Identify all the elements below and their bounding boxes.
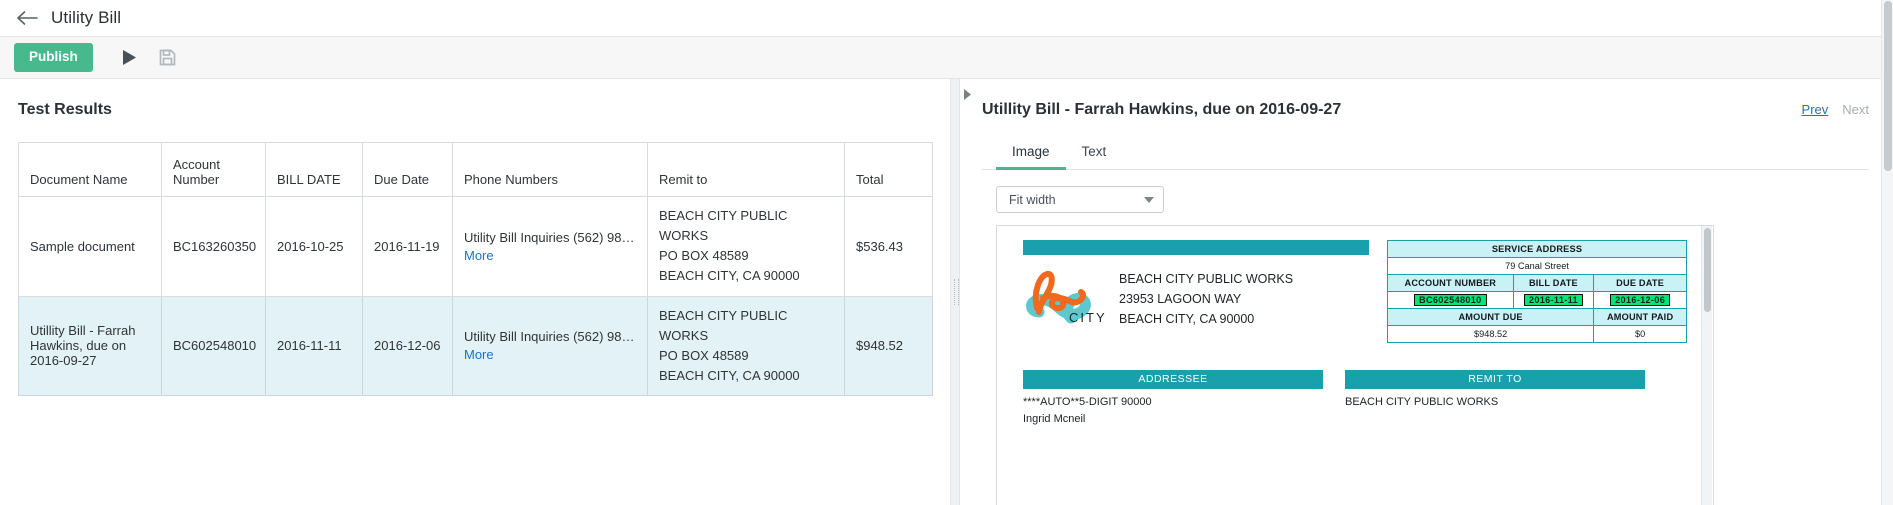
action-toolbar: Publish — [0, 37, 1893, 79]
addressee-band-label: ADDRESSEE — [1023, 370, 1323, 389]
cell-account-number: BC602548010 — [161, 295, 266, 397]
due-date-highlight: 2016-12-06 — [1610, 294, 1671, 306]
preview-tabs: Image Text — [982, 137, 1869, 170]
cell-document-name: Utillity Bill - Farrah Hawkins, due on 2… — [18, 295, 162, 397]
svg-text:CITY: CITY — [1069, 310, 1107, 325]
bill-document-viewport[interactable]: CITY BEACH CITY PUBLIC WORKS 23953 LAGOO… — [996, 225, 1714, 505]
preview-navigation: Prev Next — [1802, 102, 1869, 117]
preview-header: Utillity Bill - Farrah Hawkins, due on 2… — [982, 101, 1869, 119]
remit-to-doc-line-1: BEACH CITY PUBLIC WORKS — [1345, 396, 1499, 408]
remit-line-2: PO BOX 48589 — [659, 248, 749, 264]
phone-more-link[interactable]: More — [464, 248, 494, 263]
zoom-level-select[interactable]: Fit width — [996, 186, 1164, 213]
document-scrollbar-thumb[interactable] — [1704, 228, 1711, 312]
back-arrow-icon[interactable] — [12, 3, 42, 33]
addressee-line-1: ****AUTO**5-DIGIT 90000 — [1023, 396, 1152, 408]
bill-date-highlight: 2016-11-11 — [1523, 294, 1583, 306]
due-date-value-cell: 2016-12-06 — [1593, 291, 1687, 309]
amount-paid-value: $0 — [1593, 325, 1687, 343]
remit-line-2: PO BOX 48589 — [659, 347, 749, 363]
page-scrollbar-thumb[interactable] — [1884, 1, 1892, 171]
account-number-highlight: BC602548010 — [1414, 294, 1487, 306]
column-header-due-date[interactable]: Due Date — [362, 142, 453, 197]
column-header-account-number[interactable]: Account Number — [161, 142, 266, 197]
biller-citystate: BEACH CITY, CA 90000 — [1119, 312, 1255, 327]
remit-line-1: BEACH CITY PUBLIC WORKS — [659, 307, 788, 343]
save-disk-icon[interactable] — [151, 41, 185, 75]
biller-street: 23953 LAGOON WAY — [1119, 291, 1242, 306]
cell-remit-to: BEACH CITY PUBLIC WORKS PO BOX 48589 BEA… — [647, 196, 845, 297]
phone-number-text: Utility Bill Inquiries (562) 988... — [464, 329, 636, 345]
app-titlebar: Utility Bill — [0, 0, 1893, 37]
amount-paid-label: AMOUNT PAID — [1593, 308, 1687, 326]
phone-number-text: Utility Bill Inquiries (562) 988... — [464, 229, 636, 245]
pane-splitter[interactable] — [950, 79, 960, 505]
biller-name: BEACH CITY PUBLIC WORKS — [1119, 271, 1294, 286]
table-header-row: Document Name Account Number BILL DATE D… — [18, 142, 933, 197]
publish-button[interactable]: Publish — [14, 43, 93, 72]
cell-bill-date: 2016-11-11 — [265, 295, 363, 397]
column-header-remit-to[interactable]: Remit to — [647, 142, 845, 197]
remit-line-3: BEACH CITY, CA 90000 — [659, 367, 800, 383]
preview-title: Utillity Bill - Farrah Hawkins, due on 2… — [982, 101, 1342, 118]
bill-document-page: CITY BEACH CITY PUBLIC WORKS 23953 LAGOO… — [997, 226, 1713, 427]
remit-line-3: BEACH CITY, CA 90000 — [659, 268, 800, 284]
amount-due-label: AMOUNT DUE — [1386, 308, 1595, 326]
cell-phone-numbers: Utility Bill Inquiries (562) 988... More — [452, 196, 648, 297]
cell-document-name: Sample document — [18, 196, 162, 297]
test-results-pane: Test Results Document Name Account Numbe… — [0, 79, 950, 505]
addressee-line-2: Ingrid Mcneil — [1023, 412, 1086, 425]
main-split: Test Results Document Name Account Numbe… — [0, 79, 1893, 505]
remit-to-block: REMIT TO BEACH CITY PUBLIC WORKS — [1345, 370, 1645, 427]
bill-date-value-cell: 2016-11-11 — [1512, 291, 1595, 309]
zoom-level-value: Fit width — [1009, 192, 1056, 207]
play-icon[interactable] — [113, 41, 147, 75]
prev-link[interactable]: Prev — [1802, 102, 1829, 117]
document-preview-pane: Utillity Bill - Farrah Hawkins, due on 2… — [960, 79, 1893, 505]
service-address-value: 79 Canal Street — [1387, 257, 1687, 275]
cell-total: $948.52 — [844, 295, 933, 397]
tab-text[interactable]: Text — [1066, 137, 1123, 170]
phone-more-link[interactable]: More — [464, 347, 494, 362]
column-header-document-name[interactable]: Document Name — [18, 142, 162, 197]
biller-address: BEACH CITY PUBLIC WORKS 23953 LAGOON WAY… — [1119, 269, 1293, 330]
cell-total: $536.43 — [844, 196, 933, 297]
cell-remit-to: BEACH CITY PUBLIC WORKS PO BOX 48589 BEA… — [647, 295, 845, 397]
document-scrollbar[interactable] — [1701, 226, 1712, 505]
cell-due-date: 2016-11-19 — [362, 196, 453, 297]
column-header-phone-numbers[interactable]: Phone Numbers — [452, 142, 648, 197]
addressee-block: ADDRESSEE ****AUTO**5-DIGIT 90000 Ingrid… — [1023, 370, 1323, 427]
amount-due-value: $948.52 — [1386, 325, 1595, 343]
remit-to-band-label: REMIT TO — [1345, 370, 1645, 389]
chevron-down-icon — [1144, 196, 1154, 203]
remit-line-1: BEACH CITY PUBLIC WORKS — [659, 208, 788, 244]
page-scrollbar[interactable] — [1881, 0, 1893, 505]
table-row[interactable]: Sample document BC163260350 2016-10-25 2… — [18, 196, 933, 297]
section-title: Test Results — [18, 101, 112, 118]
account-number-value-cell: BC602548010 — [1387, 291, 1514, 309]
account-number-label: ACCOUNT NUMBER — [1387, 274, 1514, 292]
cell-due-date: 2016-12-06 — [362, 295, 453, 397]
bill-date-label: BILL DATE — [1512, 274, 1595, 292]
due-date-label: DUE DATE — [1593, 274, 1687, 292]
table-row[interactable]: Utillity Bill - Farrah Hawkins, due on 2… — [18, 295, 933, 397]
service-address-label: SERVICE ADDRESS — [1387, 240, 1687, 258]
cell-account-number: BC163260350 — [161, 196, 266, 297]
service-address-table: SERVICE ADDRESS 79 Canal Street ACCOUNT … — [1386, 240, 1687, 343]
test-results-table: Document Name Account Number BILL DATE D… — [18, 142, 933, 397]
column-header-bill-date[interactable]: BILL DATE — [265, 142, 363, 197]
next-link[interactable]: Next — [1842, 102, 1869, 117]
column-header-total[interactable]: Total — [844, 142, 933, 197]
page-title: Utility Bill — [51, 8, 122, 27]
beach-city-logo: CITY — [1023, 268, 1111, 330]
cell-bill-date: 2016-10-25 — [265, 196, 363, 297]
decorative-teal-bar — [1023, 240, 1369, 255]
tab-image[interactable]: Image — [996, 137, 1066, 170]
expand-right-icon[interactable] — [964, 89, 978, 103]
cell-phone-numbers: Utility Bill Inquiries (562) 988... More — [452, 295, 648, 397]
